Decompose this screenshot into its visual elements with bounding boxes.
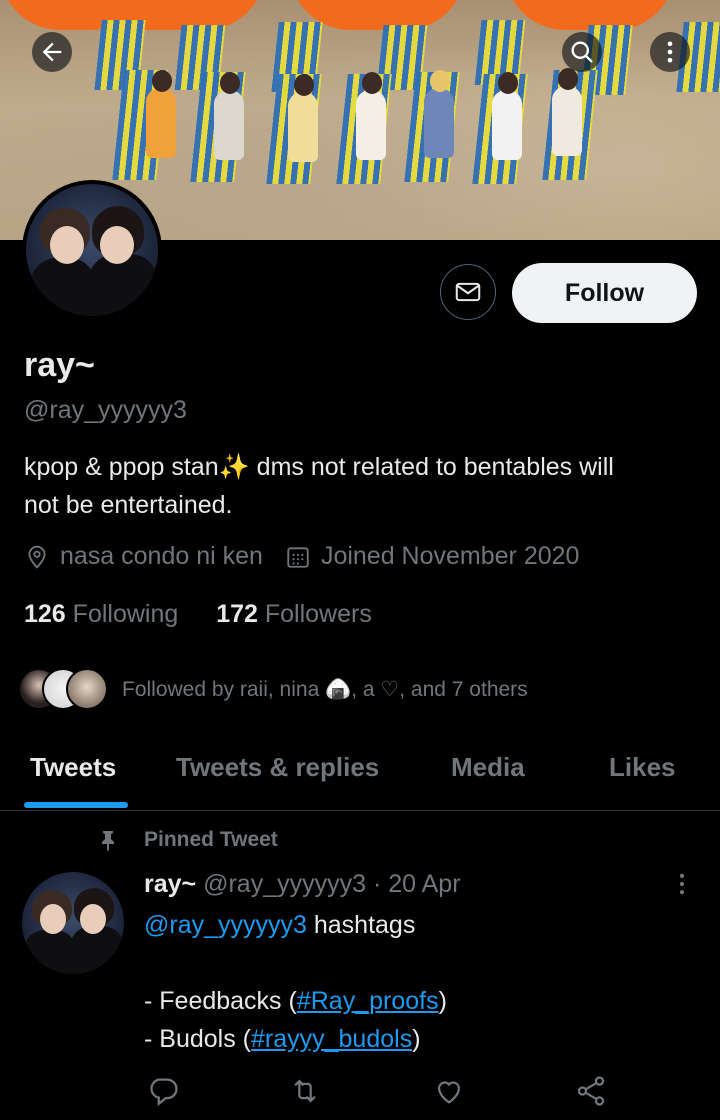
tweet-text-segment: hashtags: [306, 911, 416, 939]
tweet-date[interactable]: 20 Apr: [388, 870, 460, 898]
tweet-header: ray~ @ray_yyyyyy3 · 20 Apr: [144, 870, 461, 899]
back-button[interactable]: [32, 32, 72, 72]
hashtag-link[interactable]: #rayyy_budols: [251, 1025, 412, 1053]
banner-person: [214, 90, 244, 160]
follow-counts: 126 Following 172 Followers: [24, 600, 372, 629]
retweet-icon[interactable]: [288, 1074, 322, 1108]
calendar-icon: [287, 546, 309, 568]
avatar-figure: [30, 258, 96, 316]
pinned-label: Pinned Tweet: [96, 828, 278, 852]
tweet-text-segment: ): [438, 987, 447, 1015]
tweet-more-icon[interactable]: [668, 870, 696, 898]
tweet-text: @ray_yyyyyy3 hashtags - Feedbacks (#Ray_…: [144, 906, 704, 1058]
banner-person-head: [430, 70, 450, 92]
profile-meta: nasa condo ni ken Joined November 2020: [24, 542, 579, 571]
banner-person: [424, 88, 454, 158]
avatar-figure: [88, 254, 158, 316]
banner-person: [552, 86, 582, 156]
search-icon: [571, 41, 593, 63]
arrow-left-icon: [42, 42, 62, 62]
message-button[interactable]: [440, 264, 496, 320]
following-count: 126: [24, 600, 66, 628]
avatar-figure: [50, 226, 84, 264]
more-vertical-icon: [667, 41, 673, 63]
more-button[interactable]: [650, 32, 690, 72]
profile-location: nasa condo ni ken: [60, 542, 263, 570]
profile-joined: Joined November 2020: [320, 542, 580, 570]
banner-person: [288, 92, 318, 162]
tweet-actions: [0, 1074, 720, 1110]
banner-person: [356, 90, 386, 160]
banner-person-head: [498, 72, 518, 94]
pin-icon: [102, 831, 114, 851]
search-button[interactable]: [562, 32, 602, 72]
followed-by[interactable]: Followed by raii, nina 🍙, a ♡, and 7 oth…: [18, 664, 528, 714]
followers-label: Followers: [264, 600, 372, 628]
followers-count: 172: [216, 600, 258, 628]
avatar-image: [26, 184, 158, 316]
tab-tweets[interactable]: Tweets: [30, 752, 116, 783]
profile-bio: kpop & ppop stan✨ dms not related to ben…: [24, 448, 704, 524]
tweet-text-segment: ): [412, 1025, 421, 1053]
banner-person-head: [362, 72, 382, 94]
banner-person: [492, 90, 522, 160]
share-icon[interactable]: [574, 1074, 608, 1108]
sparkles-emoji: ✨: [218, 453, 250, 481]
reply-icon[interactable]: [146, 1074, 180, 1108]
tweet-separator: ·: [372, 870, 382, 898]
tweet-text-segment: - Budols (: [144, 1025, 251, 1053]
tab-media[interactable]: Media: [451, 752, 525, 783]
hashtag-link[interactable]: #Ray_proofs: [297, 987, 439, 1015]
active-tab-indicator: [24, 802, 128, 808]
envelope-icon: [455, 282, 481, 302]
tab-likes[interactable]: Likes: [609, 752, 676, 783]
following-label: Following: [72, 600, 179, 628]
like-heart-icon[interactable]: [432, 1074, 466, 1108]
bio-text: dms not related to bentables will: [249, 453, 614, 481]
profile-name: ray~: [24, 346, 95, 384]
followers-link[interactable]: 172 Followers: [216, 600, 372, 628]
location-pin-icon: [28, 545, 46, 569]
tweet-author-handle[interactable]: @ray_yyyyyy3: [203, 870, 366, 898]
banner-person-head: [220, 72, 240, 94]
follower-avatar: [66, 668, 108, 710]
following-link[interactable]: 126 Following: [24, 600, 178, 628]
profile-handle: @ray_yyyyyy3: [24, 396, 187, 424]
followed-by-text: Followed by raii, nina 🍙, a ♡, and 7 oth…: [122, 677, 528, 701]
tweet-text-segment: - Feedbacks (: [144, 987, 297, 1015]
avatar-figure: [24, 930, 76, 974]
avatar-figure: [100, 226, 134, 264]
tweet-mention[interactable]: @ray_yyyyyy3: [144, 911, 307, 939]
profile-avatar[interactable]: [22, 180, 162, 320]
banner-person: [146, 88, 176, 158]
tab-tweets-replies[interactable]: Tweets & replies: [176, 752, 379, 783]
follow-button[interactable]: Follow: [512, 263, 697, 323]
banner-person-head: [152, 70, 172, 92]
pinned-text: Pinned Tweet: [144, 828, 278, 851]
tweet-author-avatar[interactable]: [22, 872, 124, 974]
banner-person-head: [294, 74, 314, 96]
avatar-figure: [80, 904, 106, 934]
bio-text: not be entertained.: [24, 491, 233, 519]
bio-text: kpop & ppop stan: [24, 453, 219, 481]
profile-tabs: Tweets Tweets & replies Media Likes: [0, 740, 720, 811]
tweet-author-name[interactable]: ray~: [144, 870, 196, 898]
avatar-figure: [40, 904, 66, 934]
banner-person-head: [558, 68, 578, 90]
